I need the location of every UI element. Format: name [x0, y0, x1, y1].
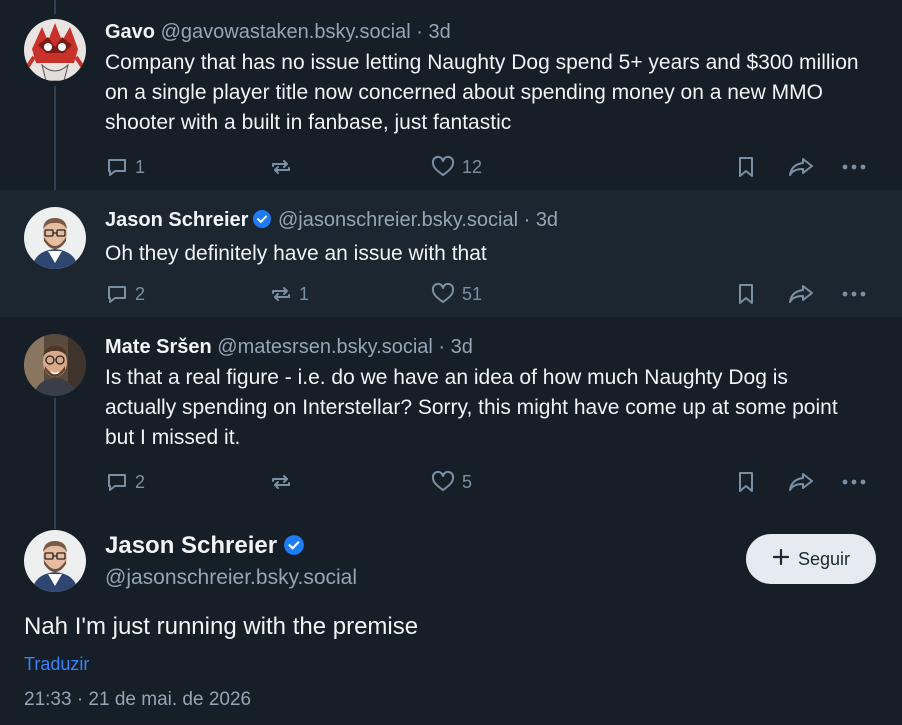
more-icon: [841, 155, 867, 179]
post-text: Oh they definitely have an issue with th…: [105, 242, 487, 265]
like-count: 51: [462, 283, 483, 304]
avatar[interactable]: [24, 530, 86, 592]
repost-icon: [269, 155, 293, 179]
verified-icon: [252, 209, 272, 235]
author-name[interactable]: Jason Schreier: [105, 531, 305, 564]
like-icon: [430, 282, 456, 306]
thread-line: [54, 86, 56, 190]
plus-icon: [772, 548, 790, 571]
avatar[interactable]: [24, 334, 86, 396]
bookmark-button[interactable]: [735, 152, 757, 182]
author-name[interactable]: Gavo: [105, 21, 155, 43]
post-actions: 2 1 51: [105, 279, 902, 309]
reply-button[interactable]: 1: [105, 152, 145, 182]
like-button[interactable]: 12: [430, 152, 482, 182]
repost-button[interactable]: [269, 152, 299, 182]
separator-dot: ·: [416, 21, 423, 43]
separator-dot: ·: [523, 209, 531, 231]
author-handle[interactable]: @jasonschreier.bsky.social: [278, 209, 518, 231]
repost-icon: [269, 282, 293, 306]
share-button[interactable]: [787, 152, 815, 182]
reply-post[interactable]: Mate Sršen @matesrsen.bsky.social · 3d I…: [0, 317, 902, 513]
thread-line: [54, 513, 56, 529]
reply-icon: [105, 470, 129, 494]
bookmark-icon: [735, 470, 757, 494]
like-button[interactable]: 51: [430, 279, 482, 309]
more-icon: [841, 470, 867, 494]
post-thread: Gavo @gavowastaken.bsky.social · 3d Comp…: [0, 0, 902, 725]
reply-count: 2: [135, 283, 146, 304]
reply-icon: [105, 282, 129, 306]
repost-button[interactable]: 1: [269, 279, 309, 309]
post-time[interactable]: 3d: [451, 336, 473, 358]
reply-count: 1: [135, 156, 146, 177]
reply-icon: [105, 155, 129, 179]
more-icon: [841, 282, 867, 306]
reply-post[interactable]: Gavo @gavowastaken.bsky.social · 3d Comp…: [0, 0, 902, 190]
post-actions: 2 5: [105, 467, 902, 497]
like-icon: [430, 155, 456, 179]
like-icon: [430, 470, 456, 494]
repost-count: 1: [299, 283, 310, 304]
post-header: Gavo @gavowastaken.bsky.social · 3d: [105, 20, 862, 44]
bookmark-button[interactable]: [735, 467, 757, 497]
like-count: 12: [462, 156, 483, 177]
more-button[interactable]: [841, 279, 867, 309]
post-timestamp: 21:33 · 21 de mai. de 2026: [24, 689, 252, 710]
reply-button[interactable]: 2: [105, 467, 145, 497]
avatar[interactable]: [24, 19, 86, 81]
bookmark-icon: [735, 282, 757, 306]
thread-line: [54, 398, 56, 513]
post-text: Nah I'm just running with the premise: [24, 613, 419, 640]
post-time[interactable]: 3d: [536, 209, 558, 231]
follow-button[interactable]: Seguir: [746, 534, 876, 584]
post-header: Jason Schreier @jasonschreier.bsky.socia…: [105, 208, 862, 235]
avatar[interactable]: [24, 207, 86, 269]
reply-post[interactable]: Jason Schreier @jasonschreier.bsky.socia…: [0, 190, 902, 317]
post-text: Company that has no issue letting Naught…: [105, 51, 859, 134]
share-button[interactable]: [787, 467, 815, 497]
author-name-text: Jason Schreier: [105, 532, 278, 559]
bookmark-icon: [735, 155, 757, 179]
share-icon: [787, 282, 815, 306]
like-count: 5: [462, 471, 473, 492]
repost-button[interactable]: [269, 467, 299, 497]
more-button[interactable]: [841, 467, 867, 497]
author-name[interactable]: Jason Schreier: [105, 209, 248, 231]
reply-button[interactable]: 2: [105, 279, 145, 309]
translate-link[interactable]: Traduzir: [24, 652, 89, 676]
like-button[interactable]: 5: [430, 467, 472, 497]
post-header: Mate Sršen @matesrsen.bsky.social · 3d: [105, 335, 862, 359]
repost-icon: [269, 470, 293, 494]
author-handle[interactable]: @jasonschreier.bsky.social: [105, 564, 357, 592]
share-icon: [787, 155, 815, 179]
thread-line: [54, 0, 56, 14]
post-time[interactable]: 3d: [428, 21, 450, 43]
post-actions: 1 12: [105, 152, 902, 182]
share-icon: [787, 470, 815, 494]
author-handle[interactable]: @matesrsen.bsky.social: [217, 336, 433, 358]
author-handle[interactable]: @gavowastaken.bsky.social: [161, 21, 411, 43]
bookmark-button[interactable]: [735, 279, 757, 309]
share-button[interactable]: [787, 279, 815, 309]
follow-label: Seguir: [797, 548, 851, 569]
verified-icon: [283, 534, 305, 564]
author-name[interactable]: Mate Sršen: [105, 336, 212, 358]
more-button[interactable]: [841, 152, 867, 182]
main-post: Jason Schreier @jasonschreier.bsky.socia…: [0, 513, 902, 725]
separator-dot: ·: [438, 336, 446, 358]
post-text: Is that a real figure - i.e. do we have …: [105, 366, 838, 449]
reply-count: 2: [135, 471, 146, 492]
